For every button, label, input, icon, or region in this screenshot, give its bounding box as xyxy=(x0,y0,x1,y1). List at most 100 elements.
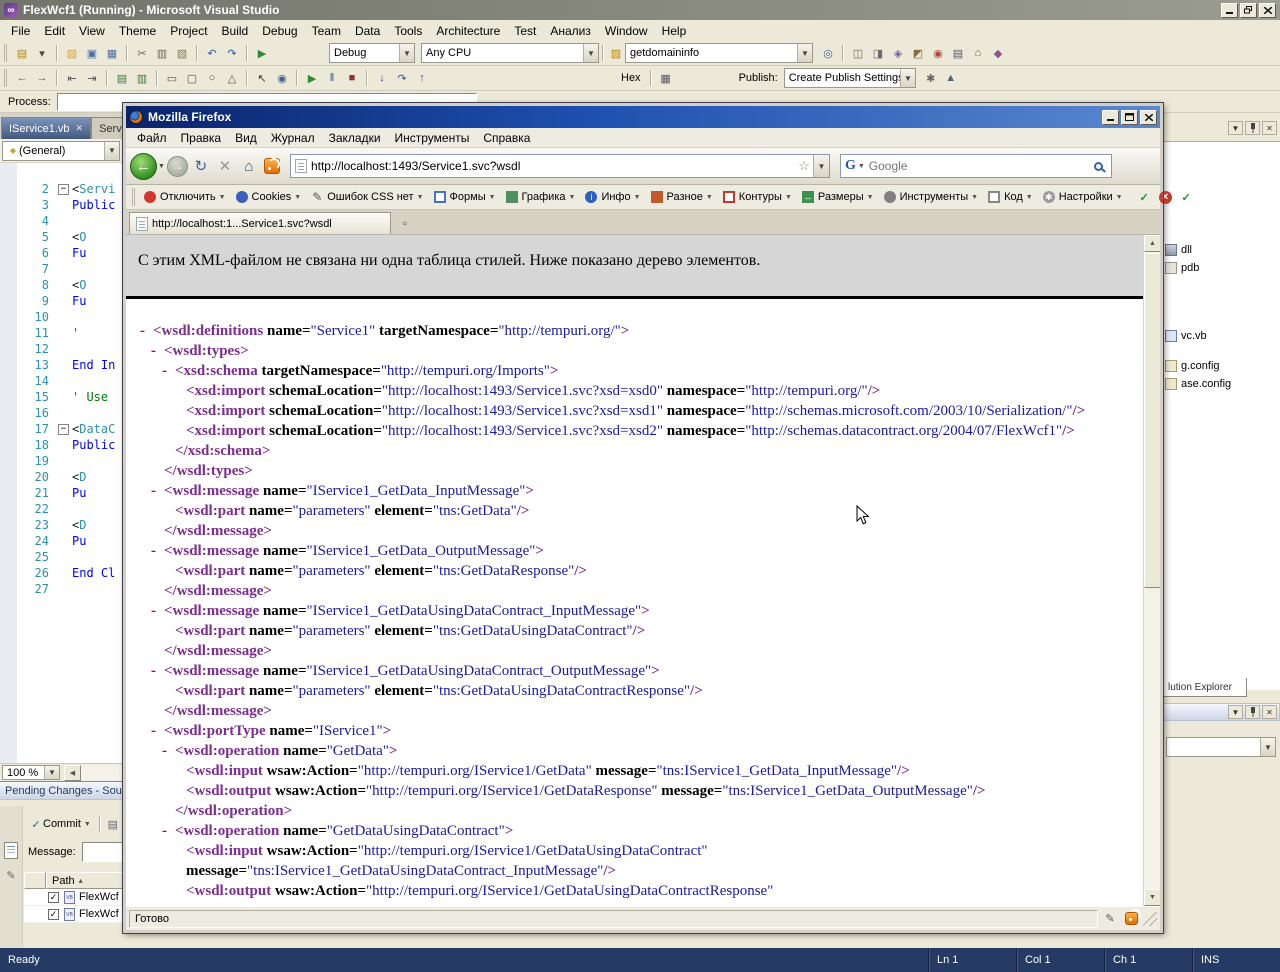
include-checkbox[interactable]: ✓ xyxy=(48,891,59,903)
navigate-forward-icon[interactable]: → xyxy=(33,70,51,86)
solution-file-item[interactable]: pdb xyxy=(1163,259,1280,277)
auto-hide-pin-icon[interactable] xyxy=(1245,121,1260,135)
devbar-source-menu[interactable]: Код ▼ xyxy=(983,189,1038,205)
doc-tab-iservice1[interactable]: IService1.vb ✕ xyxy=(1,117,92,139)
new-tab-button[interactable]: ▫ xyxy=(395,213,415,233)
edit-css-icon[interactable]: ✎ xyxy=(1101,910,1119,928)
polygon-tool-icon[interactable]: △ xyxy=(223,70,241,86)
solution-file-item[interactable]: ase.config xyxy=(1163,375,1280,393)
bookmark-star-icon[interactable]: ☆ xyxy=(798,158,810,174)
save-all-icon[interactable]: ▦ xyxy=(103,45,121,61)
solution-file-item[interactable]: vc.vb xyxy=(1163,327,1280,345)
collapse-toggle[interactable]: - xyxy=(151,341,164,361)
paste-icon[interactable]: ▧ xyxy=(173,45,191,61)
window-position-icon[interactable]: ▼ xyxy=(1228,121,1243,135)
debug-configuration-combo[interactable]: Debug ▼ xyxy=(329,43,415,63)
url-input[interactable] xyxy=(310,156,796,176)
redo-icon[interactable]: ↷ xyxy=(223,45,241,61)
menu-item-файл[interactable]: Файл xyxy=(130,129,174,147)
menu-item-правка[interactable]: Правка xyxy=(174,129,229,147)
memory-window-icon[interactable]: ▦ xyxy=(657,70,675,86)
run-icon[interactable]: ▶ xyxy=(303,70,321,86)
shelve-icon[interactable]: ▤ xyxy=(104,816,122,832)
search-magnifier-icon[interactable] xyxy=(1093,161,1103,171)
browser-tab[interactable]: http://localhost:1...Service1.svc?wsdl xyxy=(129,212,391,234)
editor-zoom-combo[interactable]: 100 % ▼ xyxy=(2,765,60,780)
pending-comment-icon[interactable]: ✎ xyxy=(6,869,15,882)
rectangle-tool-icon[interactable]: ▭ xyxy=(163,70,181,86)
css-valid-check-icon[interactable]: ✓ xyxy=(1180,191,1193,204)
devbar-misc-menu[interactable]: Разное ▼ xyxy=(646,189,718,205)
solution-file-item[interactable]: dll xyxy=(1163,241,1280,259)
properties-panel-header[interactable]: ▼ ✕ xyxy=(1163,703,1280,721)
extension-manager-icon[interactable]: ◆ xyxy=(989,45,1007,61)
collapse-toggle[interactable]: - xyxy=(151,481,164,501)
menu-item-build[interactable]: Build xyxy=(215,22,256,40)
new-item-icon[interactable]: ▤ xyxy=(13,45,31,61)
output-window-icon[interactable]: ▤ xyxy=(949,45,967,61)
ellipse-tool-icon[interactable]: ○ xyxy=(203,70,221,86)
comment-icon[interactable]: ▤ xyxy=(113,70,131,86)
menu-item-tools[interactable]: Tools xyxy=(387,22,429,40)
back-history-dropdown-icon[interactable]: ▼ xyxy=(158,163,165,170)
start-debug-icon[interactable]: ▶ xyxy=(253,45,271,61)
publish-combo[interactable]: Create Publish Settings ▼ xyxy=(783,68,916,88)
menu-item-project[interactable]: Project xyxy=(163,22,214,40)
fold-collapse-icon[interactable]: − xyxy=(58,183,69,195)
copy-icon[interactable]: ▥ xyxy=(153,45,171,61)
reload-button[interactable]: ↻ xyxy=(190,155,212,177)
devbar-cookies-menu[interactable]: Cookies ▼ xyxy=(231,189,307,205)
find-icon[interactable]: ◎ xyxy=(819,45,837,61)
decrease-indent-icon[interactable]: ⇤ xyxy=(63,70,81,86)
toolbar-gripper[interactable] xyxy=(4,44,9,62)
solution-file-item[interactable]: g.config xyxy=(1163,357,1280,375)
statusbar-rss-icon[interactable] xyxy=(1122,909,1141,928)
html-valid-check-icon[interactable]: ✓ xyxy=(1138,191,1151,204)
auto-hide-pin-icon[interactable] xyxy=(1245,705,1260,719)
toolbar-gripper[interactable] xyxy=(132,188,135,206)
find-combo-input[interactable] xyxy=(630,47,790,59)
close-icon[interactable]: ✕ xyxy=(1262,705,1277,719)
back-button[interactable]: ← xyxy=(130,152,157,180)
increase-indent-icon[interactable]: ⇥ xyxy=(83,70,101,86)
grid-header-blank[interactable] xyxy=(24,872,46,889)
menu-item-журнал[interactable]: Журнал xyxy=(264,129,322,147)
menu-item-architecture[interactable]: Architecture xyxy=(429,22,507,40)
navigate-backward-icon[interactable]: ← xyxy=(13,70,31,86)
collapse-toggle[interactable]: - xyxy=(151,601,164,621)
menu-item-window[interactable]: Window xyxy=(598,22,655,40)
hex-toggle[interactable]: Hex xyxy=(621,72,641,84)
collapse-toggle[interactable]: - xyxy=(162,821,175,841)
search-box[interactable]: G ▼ xyxy=(839,154,1112,178)
devbar-options-menu[interactable]: ✱ Настройки ▼ xyxy=(1038,189,1128,205)
devbar-resize-menu[interactable]: ↔ Размеры ▼ xyxy=(797,189,879,205)
vs-titlebar[interactable]: ∞ FlexWcf1 (Running) - Microsoft Visual … xyxy=(0,0,1280,20)
collapse-toggle[interactable]: - xyxy=(151,721,164,741)
properties-object-combo[interactable]: ▼ xyxy=(1166,737,1276,757)
menu-item-file[interactable]: File xyxy=(4,22,37,40)
web-one-click-icon[interactable]: ▲ xyxy=(942,70,960,86)
hscroll-left-button[interactable]: ◀ xyxy=(64,764,81,781)
include-checkbox[interactable]: ✓ xyxy=(48,908,59,920)
toolbar-gripper[interactable] xyxy=(4,69,9,87)
collapse-toggle[interactable]: - xyxy=(151,541,164,561)
firefox-maximize-button[interactable] xyxy=(1121,109,1138,125)
search-engine-dropdown-icon[interactable]: ▼ xyxy=(858,163,865,170)
menu-item-закладки[interactable]: Закладки xyxy=(322,129,388,147)
close-icon[interactable]: ✕ xyxy=(1262,121,1277,135)
source-files-icon[interactable] xyxy=(4,842,18,859)
start-page-icon[interactable]: ⌂ xyxy=(969,45,987,61)
forward-button[interactable]: → xyxy=(166,155,188,177)
new-item-dropdown-icon[interactable]: ▾ xyxy=(33,45,51,61)
devbar-tools-menu[interactable]: Инструменты ▼ xyxy=(879,189,984,205)
menu-item-анализ[interactable]: Анализ xyxy=(543,22,598,40)
types-combo[interactable]: ◆ (General) ▼ xyxy=(2,140,120,161)
firefox-titlebar[interactable]: Mozilla Firefox xyxy=(126,106,1160,128)
scroll-down-button[interactable]: ▼ xyxy=(1144,889,1160,906)
scroll-up-button[interactable]: ▲ xyxy=(1144,235,1160,252)
rounded-rectangle-tool-icon[interactable]: ▢ xyxy=(183,70,201,86)
url-history-dropdown-icon[interactable]: ▼ xyxy=(812,155,829,177)
vs-restore-button[interactable] xyxy=(1240,2,1257,18)
devbar-images-menu[interactable]: Графика ▼ xyxy=(501,189,581,205)
search-input[interactable] xyxy=(868,156,1094,176)
